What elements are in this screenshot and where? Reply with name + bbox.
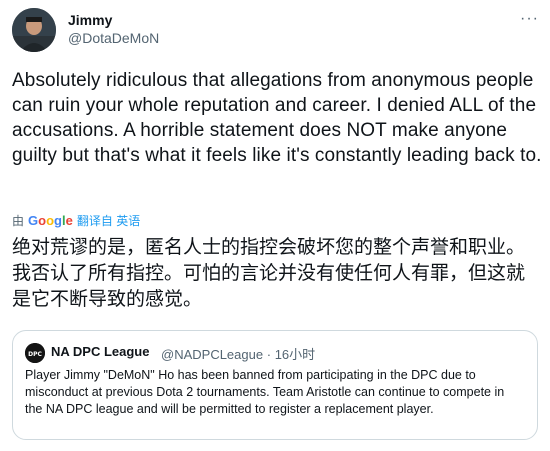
quoted-avatar-text: DPC (28, 351, 42, 358)
author-name[interactable]: Jimmy (68, 12, 112, 28)
quoted-separator: · (266, 347, 272, 362)
quoted-tweet[interactable]: DPC NA DPC League @NADPCLeague · 16小时 Pl… (12, 330, 538, 440)
translate-source-link[interactable]: 翻译自 英语 (77, 212, 140, 229)
avatar-image (12, 8, 56, 52)
quoted-author-handle: @NADPCLeague (161, 347, 264, 362)
quoted-meta: @NADPCLeague · 16小时 (161, 344, 315, 363)
tweet-translation: 绝对荒谬的是，匿名人士的指控会破坏您的整个声誉和职业。我否认了所有指控。可怕的言… (12, 236, 526, 310)
quoted-avatar-image: DPC (25, 343, 45, 363)
quoted-timestamp: 16小时 (274, 347, 316, 362)
translation-attribution: 由 Google 翻译自 英语 (12, 212, 140, 229)
quoted-text: Player Jimmy "DeMoN" Ho has been banned … (25, 368, 505, 416)
more-horizontal-icon[interactable]: ··· (520, 10, 539, 28)
tweet-text: Absolutely ridiculous that allegations f… (12, 70, 542, 166)
quoted-avatar[interactable]: DPC (25, 343, 45, 363)
quoted-author-name: NA DPC League (51, 344, 150, 359)
google-logo: Google (28, 213, 73, 228)
avatar[interactable] (12, 8, 56, 52)
author-handle[interactable]: @DotaDeMoN (68, 30, 159, 46)
translated-by-prefix: 由 (12, 214, 25, 228)
